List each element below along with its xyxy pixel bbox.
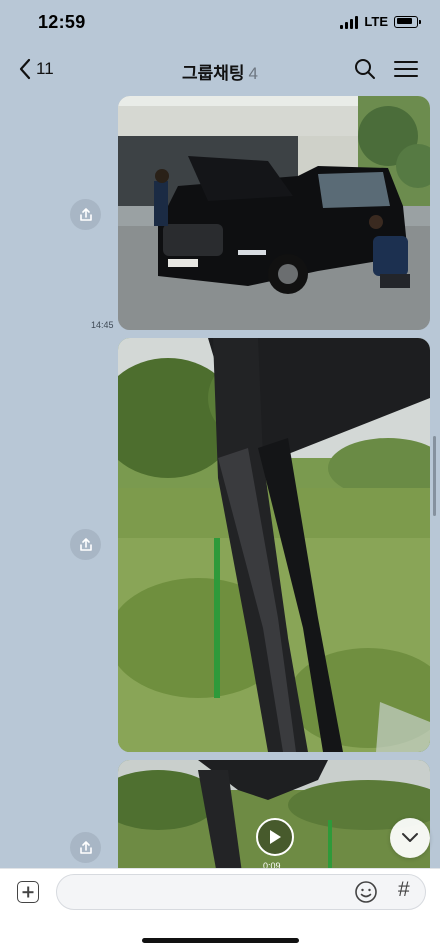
photo-message-door-frame[interactable] bbox=[118, 338, 430, 752]
menu-button[interactable] bbox=[394, 60, 418, 83]
emoji-button[interactable] bbox=[354, 880, 378, 909]
share-button[interactable] bbox=[70, 529, 101, 560]
share-icon bbox=[79, 840, 92, 854]
home-indicator bbox=[142, 938, 299, 943]
play-button[interactable] bbox=[256, 818, 294, 856]
photo-image bbox=[118, 96, 430, 330]
scrollbar[interactable] bbox=[433, 436, 436, 516]
share-button[interactable] bbox=[70, 199, 101, 230]
attach-plus-button[interactable] bbox=[17, 881, 39, 903]
share-icon bbox=[79, 207, 92, 221]
battery-icon bbox=[394, 15, 421, 28]
scroll-to-bottom-button[interactable] bbox=[390, 818, 430, 858]
hamburger-menu-icon bbox=[394, 61, 418, 77]
play-icon bbox=[270, 830, 281, 844]
status-time: 12:59 bbox=[38, 12, 86, 32]
network-label: LTE bbox=[364, 14, 388, 29]
search-icon bbox=[355, 59, 375, 79]
hashtag-search-button[interactable]: # bbox=[398, 878, 410, 902]
status-bar: 12:59 LTE bbox=[0, 0, 440, 46]
emoji-icon bbox=[355, 881, 377, 903]
photo-image bbox=[118, 338, 430, 752]
member-count: 4 bbox=[248, 64, 259, 83]
message-time: 14:45 bbox=[91, 320, 114, 330]
signal-icon bbox=[340, 15, 359, 29]
share-button[interactable] bbox=[70, 832, 101, 863]
chat-header: 11 그룹채팅 4 bbox=[0, 46, 440, 96]
share-icon bbox=[79, 537, 92, 551]
photo-message-car[interactable] bbox=[118, 96, 430, 330]
message-list[interactable]: 14:45 bbox=[0, 96, 440, 868]
chevron-down-icon bbox=[402, 833, 418, 842]
chat-title-text: 그룹채팅 bbox=[181, 64, 245, 83]
search-button[interactable] bbox=[354, 58, 376, 85]
status-icons: LTE bbox=[340, 14, 421, 29]
